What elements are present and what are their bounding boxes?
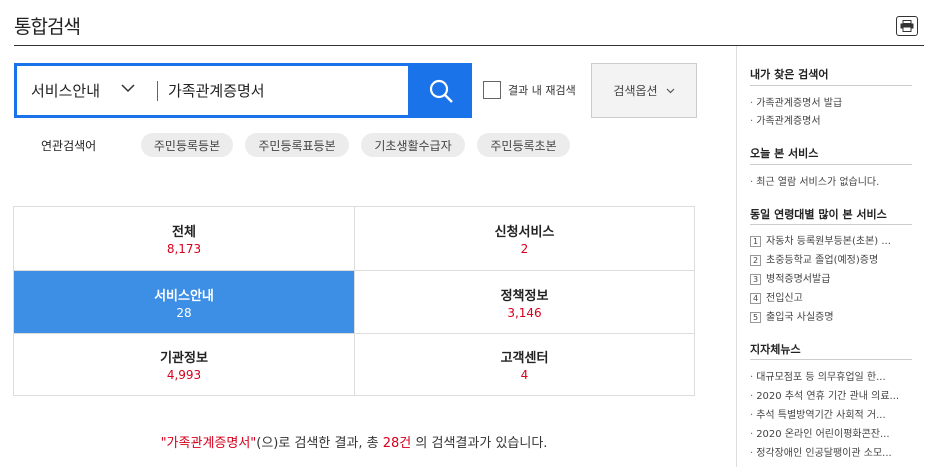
local-news-item[interactable]: · 추석 특별방역기간 사회적 거... xyxy=(750,406,912,421)
local-news-item[interactable]: · 대규모점포 등 의무휴업일 한... xyxy=(750,368,912,383)
category-select-value: 서비스안내 xyxy=(31,82,101,100)
recheck-checkbox[interactable] xyxy=(483,81,501,99)
my-searches-title: 내가 찾은 검색어 xyxy=(750,68,829,81)
local-news-title: 지자체뉴스 xyxy=(750,343,801,356)
sidebar-rule xyxy=(750,164,912,165)
rank-badge: 3 xyxy=(750,273,761,285)
category-count: 2 xyxy=(520,242,529,256)
local-news-label: 정각장애인 인공달팽이관 소모... xyxy=(756,448,892,459)
result-query: "가족관계증명서" xyxy=(160,436,257,451)
my-search-item[interactable]: · 가족관계증명서 xyxy=(750,112,912,127)
my-search-item[interactable]: · 가족관계증명서 발급 xyxy=(750,94,912,109)
search-button[interactable] xyxy=(409,63,472,118)
rank-badge: 2 xyxy=(750,254,761,266)
print-button[interactable] xyxy=(896,16,918,36)
printer-icon xyxy=(900,20,914,32)
local-news-label: 추석 특별방역기간 사회적 거... xyxy=(756,410,886,421)
popular-services-title: 동일 연령대별 많이 본 서비스 xyxy=(750,208,887,221)
local-news-label: 2020 추석 연휴 기간 관내 의료... xyxy=(756,391,900,402)
search-options-button[interactable]: 검색옵션 xyxy=(591,63,697,118)
category-tab-agency-info[interactable]: 기관정보 4,993 xyxy=(14,334,354,395)
category-name: 서비스안내 xyxy=(154,288,214,304)
related-keyword-chip[interactable]: 주민등록초본 xyxy=(477,133,570,157)
category-tab-apply-service[interactable]: 신청서비스 2 xyxy=(355,207,694,270)
chevron-down-icon xyxy=(121,84,135,93)
related-keywords-label: 연관검색어 xyxy=(41,139,97,153)
search-box: 서비스안내 xyxy=(14,63,411,118)
my-search-label: 가족관계증명서 xyxy=(756,116,821,127)
popular-service-item[interactable]: 5 출입국 사실증명 xyxy=(750,308,912,323)
local-news-label: 2020 온라인 어린이평화콘잔... xyxy=(756,429,890,440)
page-title: 통합검색 xyxy=(14,16,81,38)
category-tab-service-guide[interactable]: 서비스안내 28 xyxy=(14,271,354,333)
chevron-down-icon xyxy=(666,88,675,93)
related-keyword-chip[interactable]: 기초생활수급자 xyxy=(361,133,465,157)
category-count: 28 xyxy=(176,305,192,320)
popular-service-item[interactable]: 3 병적증명서발급 xyxy=(750,270,912,285)
rank-badge: 4 xyxy=(750,292,761,304)
category-tab-all[interactable]: 전체 8,173 xyxy=(14,207,354,270)
category-name: 기관정보 xyxy=(160,351,208,366)
popular-service-label: 초중등학교 졸업(예정)증명 xyxy=(766,255,879,266)
category-count: 4 xyxy=(520,368,529,382)
result-text-2: 의 검색결과가 있습니다. xyxy=(411,436,548,451)
category-name: 정책정보 xyxy=(500,288,549,304)
sidebar-rule xyxy=(750,359,912,360)
sidebar-divider xyxy=(736,46,737,467)
grid-divider xyxy=(354,207,355,395)
title-divider xyxy=(14,45,924,46)
category-tab-policy-info[interactable]: 정책정보 3,146 xyxy=(355,271,694,333)
search-icon xyxy=(429,79,453,103)
local-news-item[interactable]: · 2020 온라인 어린이평화콘잔... xyxy=(750,425,912,440)
related-keyword-chip[interactable]: 주민등록등본 xyxy=(141,133,233,157)
category-tab-customer-center[interactable]: 고객센터 4 xyxy=(355,334,694,395)
recent-service-empty: · 최근 열람 서비스가 없습니다. xyxy=(750,177,880,188)
local-news-item[interactable]: · 정각장애인 인공달팽이관 소모... xyxy=(750,444,912,459)
rank-badge: 5 xyxy=(750,311,761,323)
category-name: 전체 xyxy=(172,225,196,240)
result-count: 28건 xyxy=(382,436,412,451)
category-count: 4,993 xyxy=(166,368,202,382)
popular-service-label: 자동차 등록원부등본(초본) ... xyxy=(766,236,891,247)
category-grid: 전체 8,173 신청서비스 2 서비스안내 28 정책정보 3,146 기관정… xyxy=(13,206,695,396)
result-text-1: (으)로 검색한 결과, 총 xyxy=(256,436,383,451)
category-select[interactable]: 서비스안내 xyxy=(17,66,157,115)
result-summary: "가족관계증명서"(으)로 검색한 결과, 총 28건 의 검색결과가 있습니다… xyxy=(0,432,708,451)
category-count: 8,173 xyxy=(166,242,202,256)
recent-service-label: 최근 열람 서비스가 없습니다. xyxy=(756,177,880,188)
local-news-item[interactable]: · 2020 추석 연휴 기간 관내 의료... xyxy=(750,387,912,402)
popular-service-label: 전입신고 xyxy=(766,293,803,304)
category-name: 신청서비스 xyxy=(494,225,555,240)
recheck-label: 결과 내 재검색 xyxy=(508,84,576,97)
popular-service-item[interactable]: 4 전입신고 xyxy=(750,289,912,304)
popular-service-label: 출입국 사실증명 xyxy=(766,312,834,323)
sidebar-rule xyxy=(750,224,912,225)
category-name: 고객센터 xyxy=(500,351,549,366)
recheck-toggle[interactable]: 결과 내 재검색 xyxy=(483,81,576,99)
my-search-label: 가족관계증명서 발급 xyxy=(756,98,843,109)
popular-service-item[interactable]: 2 초중등학교 졸업(예정)증명 xyxy=(750,251,912,266)
search-options-label: 검색옵션 xyxy=(613,84,658,98)
category-count: 3,146 xyxy=(507,305,542,320)
related-keyword-chip[interactable]: 주민등록표등본 xyxy=(245,133,349,157)
recent-services-title: 오늘 본 서비스 xyxy=(750,147,819,160)
local-news-label: 대규모점포 등 의무휴업일 한... xyxy=(756,372,886,383)
rank-badge: 1 xyxy=(750,235,761,247)
search-input[interactable] xyxy=(158,81,398,100)
popular-service-label: 병적증명서발급 xyxy=(766,274,831,285)
popular-service-item[interactable]: 1 자동차 등록원부등본(초본) ... xyxy=(750,232,912,247)
sidebar-rule xyxy=(750,85,912,86)
